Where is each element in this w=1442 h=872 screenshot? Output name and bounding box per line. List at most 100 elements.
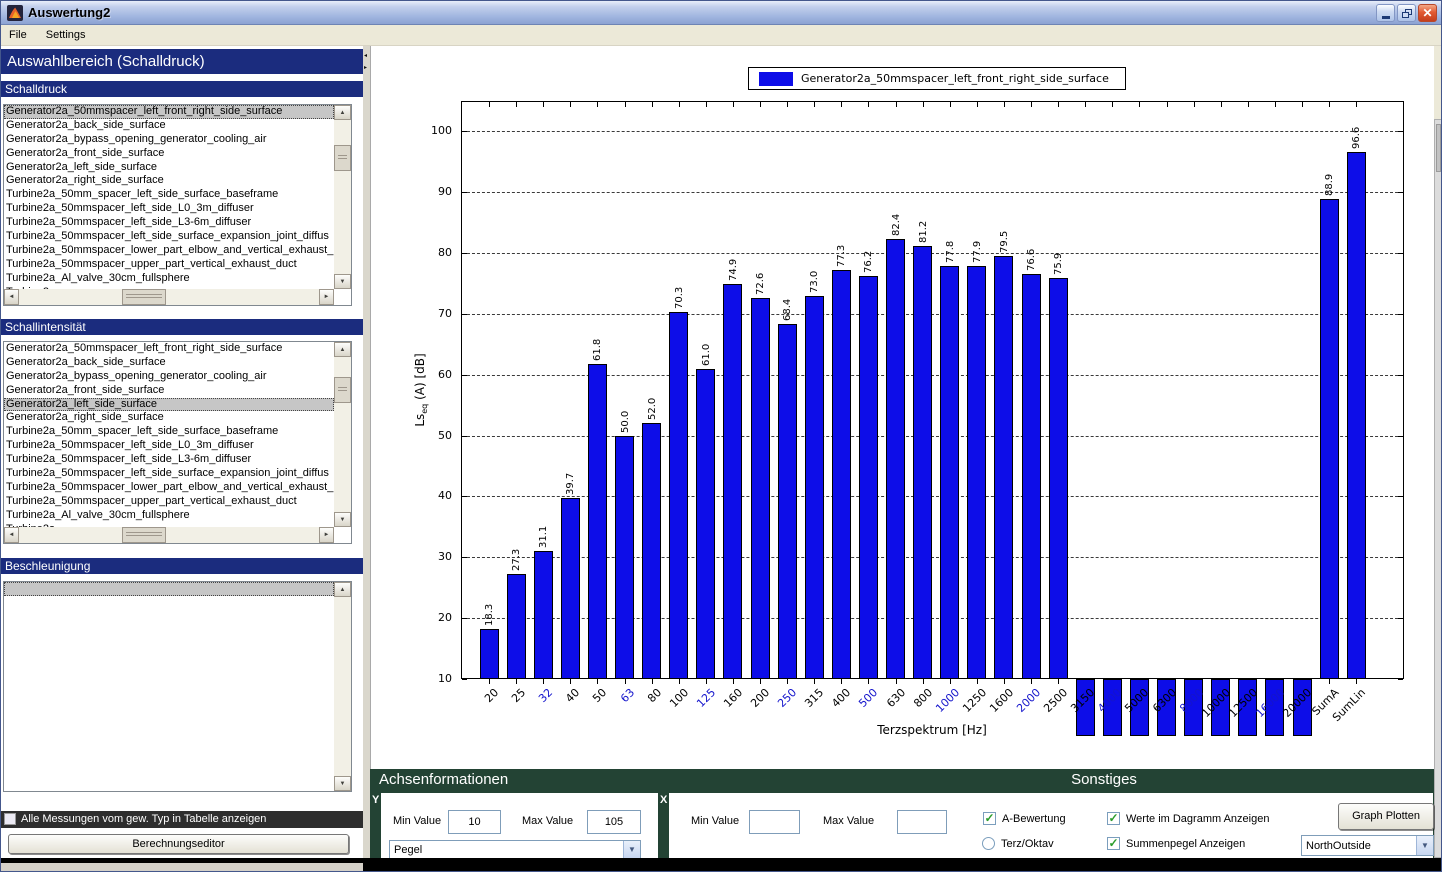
window-title: Auswertung2 [28, 5, 110, 20]
y-axis-letter: Y [372, 794, 379, 806]
h-scrollbar[interactable]: ◄► [4, 527, 334, 543]
y-min-input[interactable] [448, 810, 501, 834]
panel-scroll-right-icon[interactable]: ▸ [364, 65, 367, 71]
list-item-selected-empty[interactable] [4, 582, 334, 596]
list-item[interactable]: Generator2a_50mmspacer_left_front_right_… [4, 105, 334, 119]
v-scrollbar[interactable]: ▲▼ [334, 342, 351, 527]
close-button[interactable]: ✕ [1418, 4, 1437, 22]
restore-icon [1402, 9, 1412, 18]
list-item[interactable]: Turbine2a_50mm_spacer_left_side_surface_… [4, 425, 334, 439]
werte-im-dagramm-anzeigen-checkbox-label: Werte im Dagramm Anzeigen [1126, 813, 1269, 825]
v-scrollbar[interactable]: ▲▼ [334, 582, 351, 791]
figure-scrollbar[interactable] [1434, 119, 1442, 858]
achsenformationen-header: Achsenformationen [379, 771, 508, 788]
terz-oktav-radio-label: Terz/Oktav [1001, 838, 1054, 850]
y-max-input[interactable] [587, 810, 641, 834]
panel-header: Auswahlbereich (Schalldruck) [1, 49, 363, 74]
x-min-label: Min Value [691, 815, 739, 827]
werte-im-dagramm-anzeigen-checkbox[interactable]: ✓ [1107, 812, 1120, 825]
menu-bar: File Settings ↘ [1, 25, 1441, 46]
y-scale-dropdown[interactable]: Pegel ▼ [389, 840, 641, 859]
dropdown-arrow-icon[interactable]: ▼ [623, 841, 640, 858]
list-item[interactable]: Turbine2a_50mmspacer_left_side_surface_e… [4, 467, 334, 481]
scroll-right-icon[interactable]: ► [319, 527, 334, 543]
list-item[interactable]: Generator2a_back_side_surface [4, 119, 334, 133]
menu-settings[interactable]: Settings [38, 25, 94, 41]
list-item[interactable]: Turbine2a_50mmspacer_left_side_L0_3m_dif… [4, 202, 334, 216]
summenpegel-anzeigen-checkbox-label: Summenpegel Anzeigen [1126, 838, 1245, 850]
list-item[interactable]: Generator2a_left_side_surface [4, 161, 334, 175]
scroll-up-icon[interactable]: ▲ [334, 105, 351, 120]
dropdown-arrow-icon[interactable]: ▼ [1416, 836, 1433, 855]
show-all-measurements-checkbox[interactable] [4, 813, 16, 825]
scroll-up-icon[interactable]: ▲ [334, 342, 351, 357]
list-item[interactable]: Turbine2a_50mmspacer_lower_part_elbow_an… [4, 481, 334, 495]
list-item[interactable]: Turbine2a_50mmspacer_upper_part_vertical… [4, 258, 334, 272]
section-header-schallintensitaet: Schallintensität [1, 319, 363, 335]
terz-oktav-radio[interactable] [982, 837, 995, 850]
v-scrollbar[interactable]: ▲▼ [334, 105, 351, 289]
y-axis-title: Lseq (A) [dB] [413, 353, 429, 426]
berechnungseditor-button[interactable]: Berechnungseditor [8, 834, 349, 854]
scroll-thumb[interactable] [122, 289, 166, 305]
list-item[interactable]: Generator2a_bypass_opening_generator_coo… [4, 370, 334, 384]
schallintensitaet-listbox[interactable]: Generator2a_50mmspacer_left_front_right_… [3, 341, 352, 544]
x-max-input[interactable] [897, 810, 947, 834]
scroll-down-icon[interactable]: ▼ [334, 512, 351, 527]
summenpegel-anzeigen-checkbox[interactable]: ✓ [1107, 837, 1120, 850]
list-item[interactable]: Turbine2a_50mmspacer_left_side_L0_3m_dif… [4, 439, 334, 453]
x-min-input[interactable] [749, 810, 800, 834]
scroll-thumb[interactable] [334, 145, 351, 171]
legend-position-dropdown[interactable]: NorthOutside ▼ [1301, 835, 1434, 856]
bottom-edge-left [1, 863, 363, 872]
y-min-label: Min Value [393, 815, 441, 827]
scroll-right-icon[interactable]: ► [319, 289, 334, 305]
show-all-measurements-label: Alle Messungen vom gew. Typ in Tabelle a… [21, 813, 266, 825]
legend-swatch [759, 72, 793, 86]
table-checkbox-row: Alle Messungen vom gew. Typ in Tabelle a… [1, 811, 363, 828]
panel-scroll-left-icon[interactable]: ◂ [364, 53, 367, 59]
list-item[interactable]: Generator2a_front_side_surface [4, 147, 334, 161]
a-bewertung-checkbox[interactable]: ✓ [983, 812, 996, 825]
scroll-thumb[interactable] [334, 377, 351, 403]
panel-splitter[interactable]: ◂ ▸ [363, 46, 370, 859]
figure-scrollbar-thumb[interactable] [1436, 124, 1441, 172]
list-item[interactable]: Generator2a_bypass_opening_generator_coo… [4, 133, 334, 147]
scroll-down-icon[interactable]: ▼ [334, 274, 351, 289]
title-bar: Auswertung2 ✕ [1, 1, 1441, 25]
minimize-button[interactable] [1376, 4, 1395, 22]
schalldruck-listbox[interactable]: Generator2a_50mmspacer_left_front_right_… [3, 104, 352, 306]
chart-legend: Generator2a_50mmspacer_left_front_right_… [748, 67, 1126, 90]
list-item[interactable]: Generator2a_left_side_surface [4, 398, 334, 412]
list-item[interactable]: Turbine2a_Al_valve_30cm_fullsphere [4, 272, 334, 286]
section-header-schalldruck: Schalldruck [1, 81, 363, 97]
list-item[interactable]: Generator2a_right_side_surface [4, 411, 334, 425]
list-rows [4, 582, 334, 791]
scroll-up-icon[interactable]: ▲ [334, 582, 351, 597]
list-item[interactable]: Generator2a_back_side_surface [4, 356, 334, 370]
menu-file[interactable]: File [1, 25, 35, 41]
list-item[interactable]: Turbine2a_50mm_spacer_left_side_surface_… [4, 188, 334, 202]
matlab-app-icon [7, 5, 23, 21]
restore-button[interactable] [1397, 4, 1416, 22]
scroll-down-icon[interactable]: ▼ [334, 776, 351, 791]
scroll-thumb[interactable] [122, 527, 166, 543]
h-scrollbar[interactable]: ◄► [4, 289, 334, 305]
list-rows: Generator2a_50mmspacer_left_front_right_… [4, 342, 334, 527]
minimize-icon [1382, 16, 1390, 19]
list-item[interactable]: Turbine2a_50mmspacer_left_side_L3-6m_dif… [4, 453, 334, 467]
list-item[interactable]: Turbine2a_50mmspacer_left_side_surface_e… [4, 230, 334, 244]
list-item[interactable]: Generator2a_50mmspacer_left_front_right_… [4, 342, 334, 356]
list-item[interactable]: Generator2a_front_side_surface [4, 384, 334, 398]
list-item[interactable]: Turbine2a_Al_valve_30cm_fullsphere [4, 509, 334, 523]
graph-plotten-button[interactable]: Graph Plotten [1338, 803, 1434, 830]
list-item[interactable]: Generator2a_right_side_surface [4, 174, 334, 188]
scroll-left-icon[interactable]: ◄ [4, 527, 19, 543]
list-item[interactable]: Turbine2a_50mmspacer_upper_part_vertical… [4, 495, 334, 509]
scroll-left-icon[interactable]: ◄ [4, 289, 19, 305]
list-item[interactable]: Turbine2a_50mmspacer_lower_part_elbow_an… [4, 244, 334, 258]
beschleunigung-listbox[interactable]: ▲▼ [3, 581, 352, 792]
list-item[interactable]: Turbine2a_50mmspacer_left_side_L3-6m_dif… [4, 216, 334, 230]
figure-panel [370, 46, 1434, 859]
selection-panel: Auswahlbereich (Schalldruck) Schalldruck… [1, 46, 363, 859]
